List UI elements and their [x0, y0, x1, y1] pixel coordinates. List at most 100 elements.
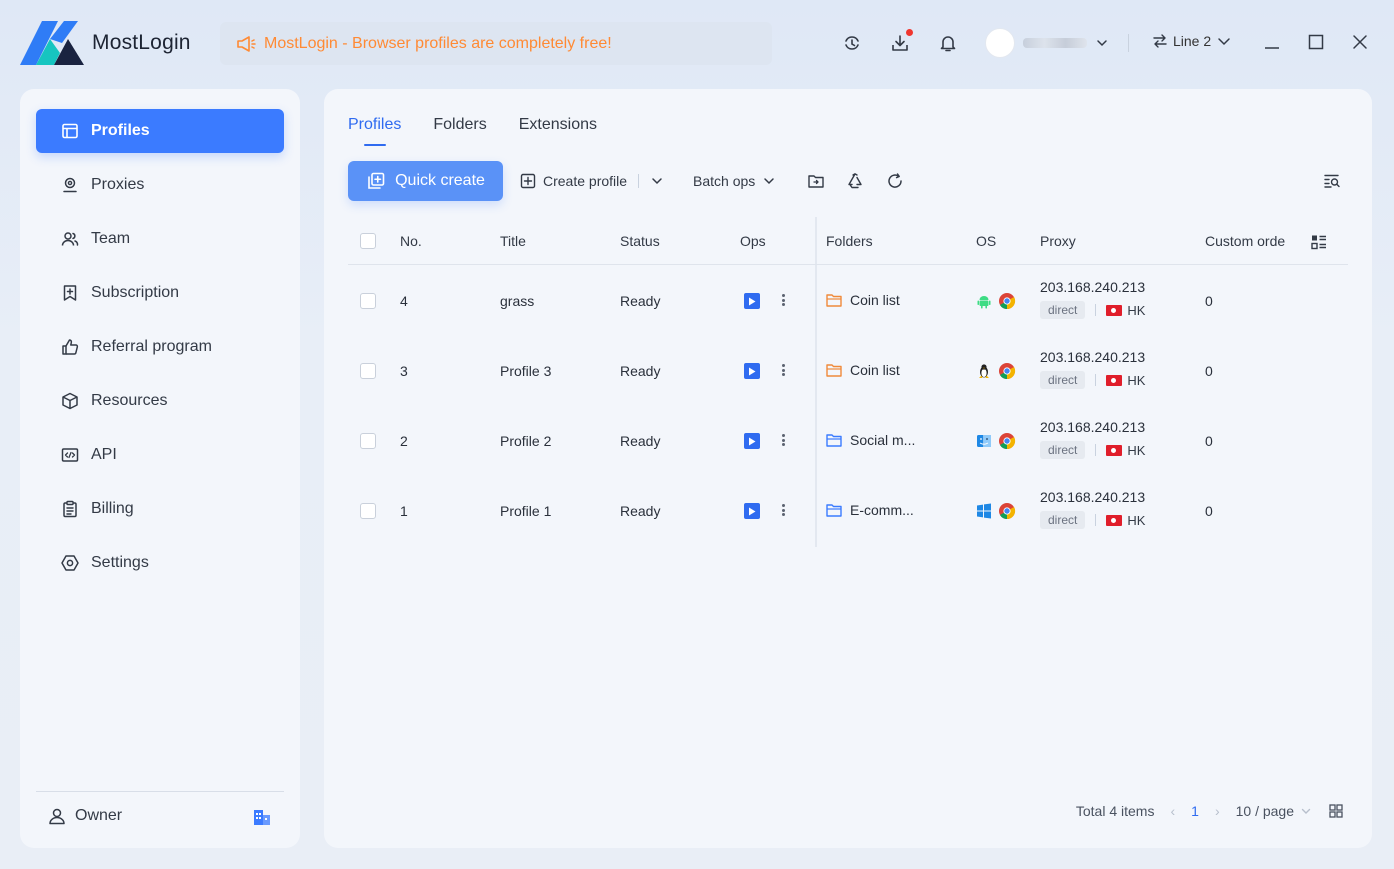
- tab-folders[interactable]: Folders: [433, 116, 486, 146]
- sidebar-item-label: Billing: [91, 500, 134, 517]
- launch-profile-button[interactable]: [744, 293, 760, 309]
- launch-profile-button[interactable]: [744, 363, 760, 379]
- page-size-select[interactable]: 10 / page: [1236, 803, 1312, 819]
- proxy-meta: direct HK: [1040, 511, 1145, 529]
- folder-icon: [826, 434, 842, 447]
- announcement-banner[interactable]: MostLogin - Browser profiles are complet…: [220, 22, 772, 65]
- play-icon: [749, 437, 756, 445]
- sidebar-item-resources[interactable]: Resources: [36, 379, 284, 423]
- chrome-icon: [999, 363, 1016, 380]
- row-checkbox[interactable]: [360, 293, 376, 309]
- launch-profile-button[interactable]: [744, 503, 760, 519]
- sidebar-item-subscription[interactable]: Subscription: [36, 271, 284, 315]
- divider: [1128, 34, 1129, 52]
- column-settings-icon[interactable]: [1310, 233, 1328, 251]
- column-header-status[interactable]: Status: [620, 233, 660, 249]
- avatar: [985, 28, 1015, 58]
- more-options-icon[interactable]: [780, 292, 786, 308]
- batch-ops-dropdown[interactable]: Batch ops: [693, 161, 776, 201]
- sidebar-item-label: Settings: [91, 554, 149, 571]
- more-options-icon[interactable]: [780, 502, 786, 518]
- column-header-os[interactable]: OS: [976, 233, 996, 249]
- divider: [36, 791, 284, 792]
- switch-line-icon: [1153, 34, 1167, 48]
- launch-profile-button[interactable]: [744, 433, 760, 449]
- refresh-icon[interactable]: [885, 171, 905, 191]
- hk-flag-icon: [1106, 304, 1123, 316]
- tab-profiles[interactable]: Profiles: [348, 116, 401, 146]
- grid-view-icon[interactable]: [1328, 803, 1344, 819]
- line-selector[interactable]: Line 2: [1152, 33, 1232, 49]
- minimize-icon[interactable]: [1262, 32, 1282, 52]
- maximize-icon[interactable]: [1306, 32, 1326, 52]
- table-row[interactable]: 4 grass Ready Coin list 203.168.240.213 …: [348, 265, 1348, 335]
- row-folder: Coin list: [826, 362, 900, 378]
- team-icon: [60, 229, 80, 249]
- row-no: 4: [400, 293, 408, 309]
- proxy-type-tag: direct: [1040, 441, 1086, 459]
- proxy-region: HK: [1127, 372, 1146, 388]
- row-title: Profile 1: [500, 503, 552, 519]
- row-custom-order: 0: [1205, 433, 1213, 449]
- select-all-checkbox[interactable]: [360, 233, 376, 249]
- sidebar-item-label: Subscription: [91, 284, 180, 301]
- sync-icon[interactable]: [841, 32, 863, 54]
- row-checkbox[interactable]: [360, 503, 376, 519]
- row-custom-order: 0: [1205, 503, 1213, 519]
- sidebar-item-billing[interactable]: Billing: [36, 487, 284, 531]
- column-header-title[interactable]: Title: [500, 233, 526, 249]
- organization-icon[interactable]: [252, 807, 272, 827]
- next-page-icon[interactable]: ›: [1215, 803, 1220, 819]
- announcement-text: MostLogin - Browser profiles are complet…: [264, 34, 612, 52]
- table-row[interactable]: 1 Profile 1 Ready E-comm... 203.168.240.…: [348, 475, 1348, 545]
- row-status: Ready: [620, 433, 661, 449]
- table-row[interactable]: 3 Profile 3 Ready Coin list 203.168.240.…: [348, 335, 1348, 405]
- quick-create-button[interactable]: Quick create: [348, 161, 503, 201]
- quick-create-label: Quick create: [395, 172, 485, 189]
- close-icon[interactable]: [1350, 32, 1370, 52]
- sidebar-item-proxies[interactable]: Proxies: [36, 163, 284, 207]
- move-to-folder-icon[interactable]: [806, 171, 826, 191]
- column-header-folders[interactable]: Folders: [826, 233, 873, 249]
- column-header-custom-order[interactable]: Custom orde: [1205, 233, 1285, 249]
- chevron-down-icon: [1301, 808, 1311, 814]
- chevron-down-icon[interactable]: [650, 174, 664, 188]
- sidebar-item-profiles[interactable]: Profiles: [36, 109, 284, 153]
- megaphone-icon: [237, 35, 256, 52]
- page-number[interactable]: 1: [1191, 803, 1199, 819]
- download-icon[interactable]: [889, 29, 913, 54]
- owner-role[interactable]: Owner: [48, 807, 122, 825]
- sidebar-item-api[interactable]: API: [36, 433, 284, 477]
- proxy-ip: 203.168.240.213: [1040, 489, 1146, 505]
- more-options-icon[interactable]: [780, 432, 786, 448]
- row-title: Profile 2: [500, 433, 552, 449]
- divider: [1095, 304, 1097, 316]
- recycle-icon[interactable]: [845, 171, 865, 191]
- sidebar-item-referral-program[interactable]: Referral program: [36, 325, 284, 369]
- create-profile-button[interactable]: Create profile: [520, 161, 664, 201]
- column-header-no[interactable]: No.: [400, 233, 422, 249]
- tab-extensions[interactable]: Extensions: [519, 116, 597, 146]
- row-checkbox[interactable]: [360, 433, 376, 449]
- proxy-ip: 203.168.240.213: [1040, 419, 1146, 435]
- proxy-meta: direct HK: [1040, 301, 1145, 319]
- divider: [1095, 444, 1097, 456]
- blurred-username: [1023, 38, 1087, 48]
- sidebar-item-settings[interactable]: Settings: [36, 541, 284, 585]
- more-options-icon[interactable]: [780, 362, 786, 378]
- search-filter-icon[interactable]: [1322, 171, 1342, 191]
- sidebar-item-team[interactable]: Team: [36, 217, 284, 261]
- table-row[interactable]: 2 Profile 2 Ready Social m... 203.168.24…: [348, 405, 1348, 475]
- column-header-proxy[interactable]: Proxy: [1040, 233, 1076, 249]
- divider: [1095, 374, 1097, 386]
- bell-icon[interactable]: [937, 32, 959, 54]
- folder-icon: [826, 504, 842, 517]
- row-no: 1: [400, 503, 408, 519]
- row-checkbox[interactable]: [360, 363, 376, 379]
- proxy-type-tag: direct: [1040, 301, 1086, 319]
- prev-page-icon[interactable]: ‹: [1170, 803, 1175, 819]
- user-menu[interactable]: [985, 28, 1109, 58]
- chevron-down-icon: [1097, 40, 1107, 47]
- row-folder: Social m...: [826, 432, 915, 448]
- create-profile-label: Create profile: [543, 173, 628, 189]
